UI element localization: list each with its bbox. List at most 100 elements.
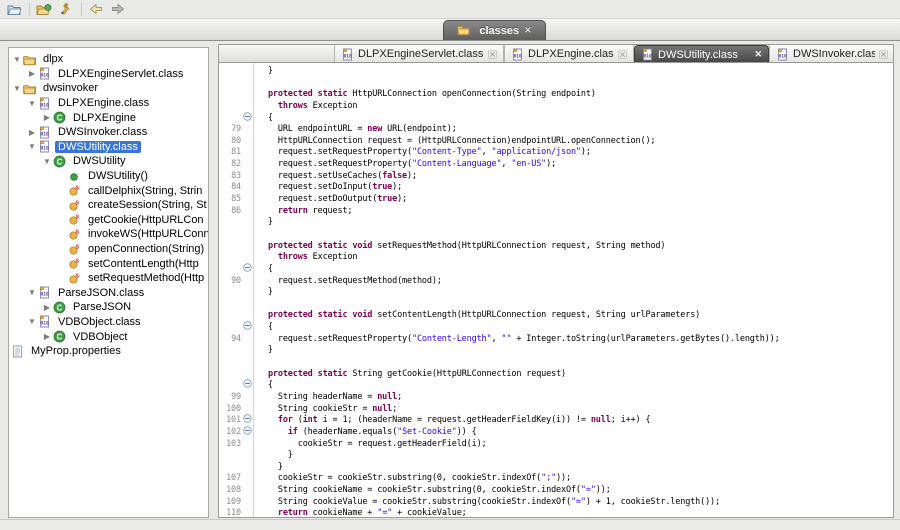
search-icon[interactable] (57, 2, 75, 17)
chevron-right-icon[interactable]: ▶ (41, 113, 53, 122)
editor-tab-dlpxengineservlet-class[interactable]: 010DLPXEngineServlet.class (334, 45, 504, 63)
back-icon[interactable] (87, 2, 105, 17)
tree-item-myprop-properties[interactable]: MyProp.properties (9, 344, 208, 359)
code-keyword: new (367, 124, 382, 134)
code-keyword: static (318, 310, 348, 320)
close-icon[interactable] (488, 50, 497, 59)
code-keyword: void (352, 310, 372, 320)
code-plain: + Integer.toString(urlParameters.getByte… (511, 334, 779, 344)
static-method-icon: S (68, 184, 82, 197)
code-string: "application/json" (491, 147, 580, 157)
code-line: protected static String getCookie(HttpUR… (219, 369, 893, 381)
line-number: 110 (219, 508, 241, 517)
code-text: protected static void setContentLength(H… (253, 310, 700, 320)
line-number: 109 (219, 497, 241, 509)
tree-item-label: DLPXEngine (70, 112, 139, 124)
tree-item-label: DLPXEngineServlet.class (55, 68, 186, 80)
code-plain: setContentLength(HttpURLConnection reque… (372, 310, 700, 320)
fold-collapse-icon[interactable] (241, 113, 253, 125)
code-plain: { (258, 322, 273, 332)
code-line: } (219, 66, 893, 78)
tree-item-vdbobject-class[interactable]: ▼010VDBObject.class (9, 315, 208, 330)
code-string: "Content-Language" (412, 159, 501, 169)
chevron-down-icon[interactable]: ▼ (26, 288, 38, 297)
tree-item-setcontentlength-http[interactable]: SsetContentLength(Http (9, 256, 208, 271)
chevron-down-icon[interactable]: ▼ (26, 317, 38, 326)
chevron-right-icon[interactable]: ▶ (26, 69, 38, 78)
code-keyword: int (303, 415, 318, 425)
class-icon: C (53, 330, 67, 343)
fold-collapse-icon[interactable] (241, 427, 253, 439)
tree-item-dwsutility-class[interactable]: ▼010DWSUtility.class (9, 140, 208, 155)
close-icon[interactable]: ✕ (524, 25, 532, 36)
line-number: 90 (219, 276, 241, 288)
tree-item-label: VDBObject (70, 331, 130, 343)
code-plain: request.setRequestProperty( (258, 147, 412, 157)
tree-item-label: DWSUtility.class (55, 141, 141, 153)
open-all-sources-icon[interactable] (35, 2, 53, 17)
chevron-down-icon[interactable]: ▼ (26, 142, 38, 151)
tree-item-dlpxengineservlet-class[interactable]: ▶010DLPXEngineServlet.class (9, 67, 208, 82)
tree-item-dwsinvoker[interactable]: ▼dwsinvoker (9, 81, 208, 96)
code-plain: request.setDoOutput( (258, 194, 377, 204)
chevron-down-icon[interactable]: ▼ (41, 157, 53, 166)
close-icon[interactable]: ✕ (754, 49, 762, 60)
editor-tab-dwsinvoker-class[interactable]: 010DWSInvoker.class (769, 45, 893, 63)
tree-item-label: DWSUtility() (85, 170, 151, 182)
line-number: 81 (219, 147, 241, 159)
static-method-icon: S (68, 243, 82, 256)
tree-item-label: openConnection(String) (85, 243, 207, 255)
tree-item-createsession-string-st[interactable]: ScreateSession(String, St (9, 198, 208, 213)
forward-icon[interactable] (109, 2, 127, 17)
line-number: 85 (219, 194, 241, 206)
chevron-right-icon[interactable]: ▶ (41, 332, 53, 341)
code-text: } (253, 66, 273, 76)
tree-item-label: setContentLength(Http (85, 258, 202, 270)
code-keyword: static (318, 241, 348, 251)
code-plain: ); (392, 182, 402, 192)
tree-item-calldelphix-string-strin[interactable]: ScallDelphix(String, Strin (9, 183, 208, 198)
tree-item-getcookie-httpurlcon[interactable]: SgetCookie(HttpURLCon (9, 213, 208, 228)
tree-item-setrequestmethod-http[interactable]: SsetRequestMethod(Http (9, 271, 208, 286)
chevron-down-icon[interactable]: ▼ (26, 99, 38, 108)
static-method-icon: S (68, 199, 82, 212)
editor-tab-dwsutility-class[interactable]: 010DWSUtility.class✕ (634, 45, 769, 63)
code-plain: { (258, 380, 273, 390)
fold-collapse-icon[interactable] (241, 322, 253, 334)
tree-item-label: ParseJSON (70, 301, 134, 313)
tree-item-dwsinvoker-class[interactable]: ▶010DWSInvoker.class (9, 125, 208, 140)
svg-text:010: 010 (40, 321, 49, 327)
code-plain: ; (392, 404, 397, 414)
fold-collapse-icon[interactable] (241, 380, 253, 392)
tree-item-dlpxengine[interactable]: ▶CDLPXEngine (9, 110, 208, 125)
chevron-down-icon[interactable]: ▼ (11, 84, 23, 93)
tree-item-parsejson[interactable]: ▶CParseJSON (9, 300, 208, 315)
code-string: "Content-Length" (412, 334, 491, 344)
chevron-right-icon[interactable]: ▶ (26, 128, 38, 137)
tree-item-dlpxengine-class[interactable]: ▼010DLPXEngine.class (9, 96, 208, 111)
code-text: String headerName = null; (253, 392, 402, 402)
code-text: throws Exception (253, 101, 357, 111)
code-plain (258, 310, 268, 320)
fold-collapse-icon[interactable] (241, 264, 253, 276)
code-plain: HttpURLConnection request = (HttpURLConn… (258, 136, 655, 146)
constructor-icon (68, 170, 82, 183)
line-number: 107 (219, 473, 241, 485)
tree-item-invokews-httpurlconn[interactable]: SinvokeWS(HttpURLConn (9, 227, 208, 242)
tree-item-parsejson-class[interactable]: ▼010ParseJSON.class (9, 286, 208, 301)
close-icon[interactable] (879, 50, 888, 59)
tree-item-vdbobject[interactable]: ▶CVDBObject (9, 329, 208, 344)
workspace-tab-classes[interactable]: classes ✕ (443, 20, 546, 40)
chevron-right-icon[interactable]: ▶ (41, 303, 53, 312)
editor-tab-dlpxengine-class[interactable]: 010DLPXEngine.class (504, 45, 634, 63)
tree-item-dlpx[interactable]: ▼dlpx (9, 52, 208, 67)
tree-item-dwsutility[interactable]: ▼CDWSUtility (9, 154, 208, 169)
gutter-separator (253, 63, 254, 517)
code-viewer[interactable]: } protected static HttpURLConnection ope… (219, 63, 893, 517)
code-plain: i = 1; (headerName = request.getHeaderFi… (318, 415, 591, 425)
open-file-icon[interactable] (5, 2, 23, 17)
tree-item-openconnection-string[interactable]: SopenConnection(String) (9, 242, 208, 257)
chevron-down-icon[interactable]: ▼ (11, 55, 23, 64)
close-icon[interactable] (618, 50, 627, 59)
tree-item-dwsutility[interactable]: DWSUtility() (9, 169, 208, 184)
